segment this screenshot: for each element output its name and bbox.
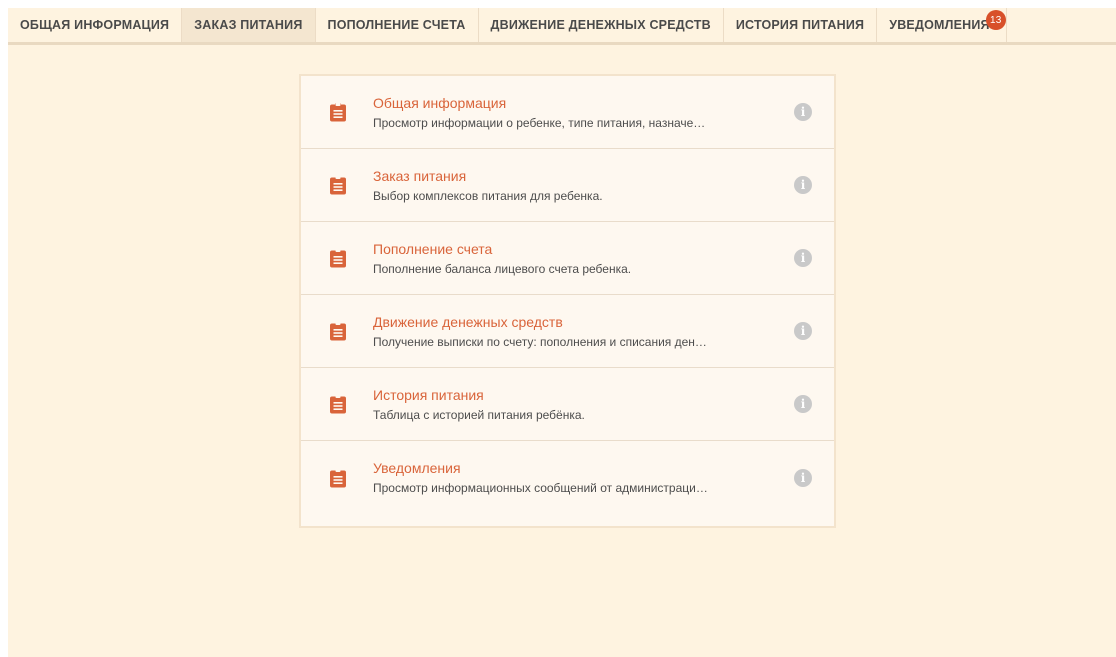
menu-item-account-topup[interactable]: Пополнение счета Пополнение баланса лице… <box>301 222 834 295</box>
menu-item-text: Движение денежных средств Получение выпи… <box>373 314 776 349</box>
tab-food-order[interactable]: Заказ питания <box>182 8 316 42</box>
info-icon[interactable]: i <box>794 249 812 267</box>
menu-item-food-history[interactable]: История питания Таблица с историей питан… <box>301 368 834 441</box>
tab-account-topup[interactable]: Пополнение счета <box>316 8 479 42</box>
tab-general-info[interactable]: Общая информация <box>8 8 183 42</box>
menu-item-title[interactable]: Общая информация <box>373 95 776 111</box>
menu-item-text: Пополнение счета Пополнение баланса лице… <box>373 241 776 276</box>
clipboard-icon <box>330 395 346 414</box>
info-icon[interactable]: i <box>794 468 812 487</box>
menu-item-description: Просмотр информационных сообщений от адм… <box>373 481 708 495</box>
tab-money-flow[interactable]: Движение денежных средств <box>479 8 724 42</box>
menu-item-description: Получение выписки по счету: пополнения и… <box>373 334 707 349</box>
menu-item-description: Таблица с историей питания ребёнка. <box>373 407 585 422</box>
menu-item-text: Заказ питания Выбор комплексов питания д… <box>373 168 776 203</box>
tab-notifications[interactable]: Уведомления 13 <box>877 8 1007 42</box>
info-icon[interactable]: i <box>794 176 812 194</box>
clipboard-icon <box>330 249 346 268</box>
menu-item-general-info[interactable]: Общая информация Просмотр информации о р… <box>301 76 834 149</box>
notification-count-badge: 13 <box>985 10 1006 30</box>
menu-item-money-flow[interactable]: Движение денежных средств Получение выпи… <box>301 295 834 368</box>
info-icon[interactable]: i <box>794 103 812 121</box>
menu-item-description: Просмотр информации о ребенке, типе пита… <box>373 115 706 130</box>
tab-notifications-label: Уведомления <box>889 18 990 32</box>
app: Общая информация Заказ питания Пополнени… <box>8 8 1116 657</box>
clipboard-icon <box>330 103 346 122</box>
menu-item-title[interactable]: Пополнение счета <box>373 241 776 257</box>
tab-bar: Общая информация Заказ питания Пополнени… <box>8 8 1116 45</box>
clipboard-icon <box>330 468 346 487</box>
menu-item-title[interactable]: История питания <box>373 387 776 403</box>
menu-item-title[interactable]: Заказ питания <box>373 168 776 184</box>
menu-item-text: Общая информация Просмотр информации о р… <box>373 95 776 130</box>
menu-item-title[interactable]: Движение денежных средств <box>373 314 776 330</box>
info-icon[interactable]: i <box>794 395 812 413</box>
menu-item-food-order[interactable]: Заказ питания Выбор комплексов питания д… <box>301 149 834 222</box>
menu-item-title[interactable]: Уведомления <box>373 460 776 476</box>
menu-item-description: Пополнение баланса лицевого счета ребенк… <box>373 261 632 276</box>
clipboard-icon <box>330 322 346 341</box>
menu-item-description: Выбор комплексов питания для ребенка. <box>373 188 603 203</box>
menu-panel: Общая информация Просмотр информации о р… <box>299 74 836 528</box>
tab-food-history[interactable]: История питания <box>724 8 878 42</box>
info-icon[interactable]: i <box>794 322 812 340</box>
clipboard-icon <box>330 176 346 195</box>
menu-item-notifications[interactable]: Уведомления Просмотр информационных сооб… <box>301 441 834 514</box>
menu-item-text: Уведомления Просмотр информационных сооб… <box>373 460 776 495</box>
menu-item-text: История питания Таблица с историей питан… <box>373 387 776 422</box>
